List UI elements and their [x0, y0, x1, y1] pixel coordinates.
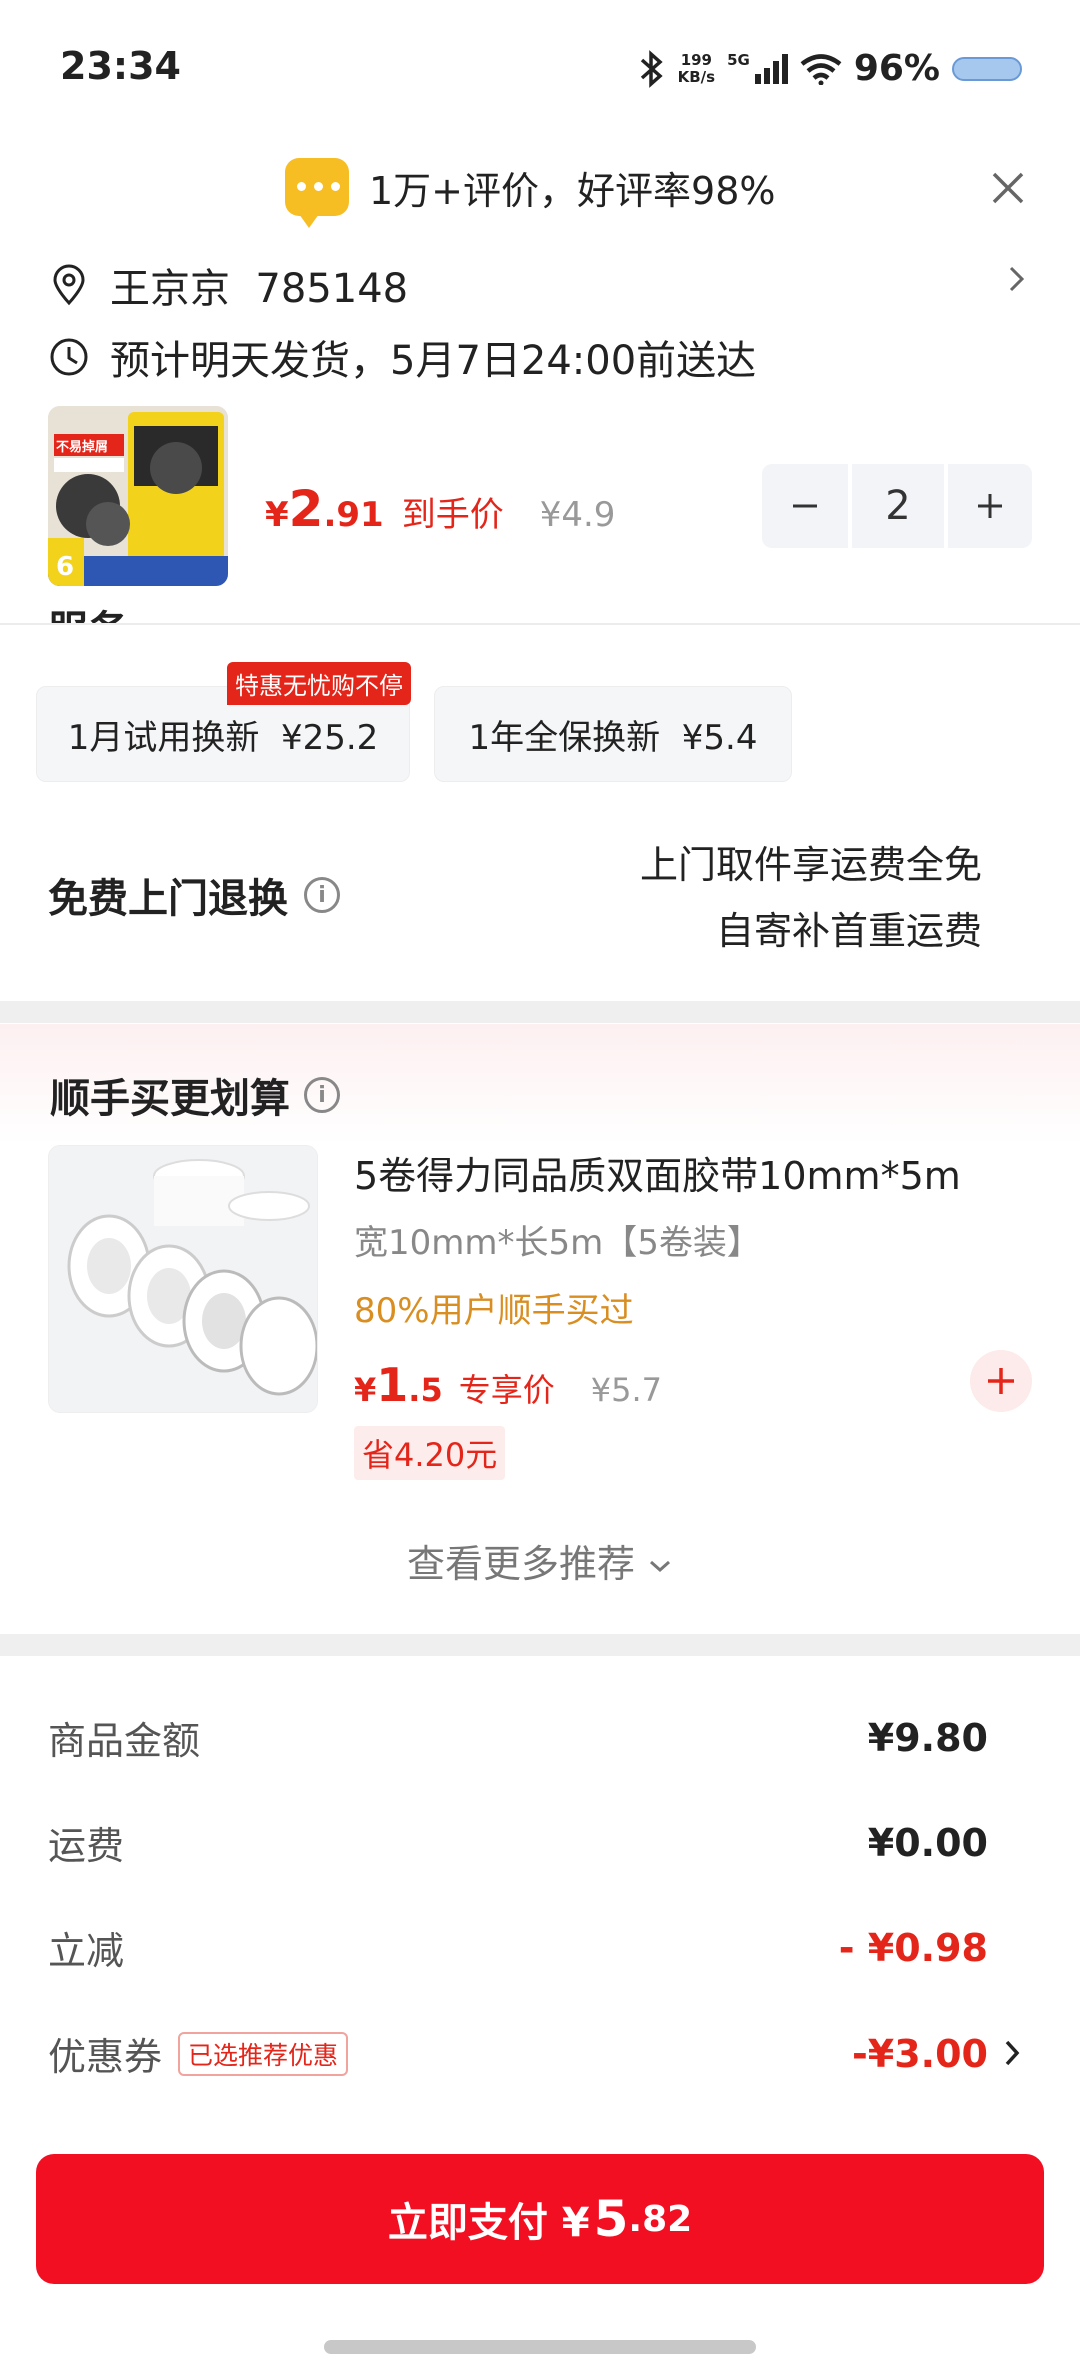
- price-decimal: .5: [408, 1371, 443, 1409]
- pay-amount-integer: 5: [593, 2190, 629, 2248]
- shipping-value: ¥0.00: [867, 1820, 988, 1865]
- summary-goods-row: 商品金额 ¥9.80: [48, 1710, 988, 1765]
- divider: [0, 623, 1080, 625]
- coupon-tag: 已选推荐优惠: [178, 2031, 349, 2076]
- quantity-stepper[interactable]: 2: [762, 464, 1032, 548]
- bluetooth-icon: [640, 49, 663, 88]
- wifi-icon: [800, 53, 842, 85]
- home-indicator[interactable]: [324, 2340, 756, 2354]
- pay-amount-decimal: .82: [628, 2198, 693, 2240]
- price-tag: 到手价: [401, 495, 504, 535]
- plus-icon: [988, 1368, 1014, 1394]
- return-desc-line2: 自寄补首重运费: [715, 909, 982, 953]
- price-symbol: ¥: [354, 1371, 377, 1409]
- signal-icon: [754, 53, 788, 84]
- coupon-value: -¥3.00: [852, 2031, 988, 2076]
- pay-now-button[interactable]: 立即支付 ¥ 5 .82: [36, 2154, 1044, 2284]
- section-title-partial: 服务: [48, 598, 128, 624]
- plus-icon: [978, 494, 1002, 518]
- service-option-full-warranty[interactable]: 1年全保换新 ¥5.4: [434, 686, 792, 782]
- coupon-label-group: 优惠券 已选推荐优惠: [48, 2026, 349, 2081]
- section-divider: [0, 1001, 1080, 1023]
- return-desc-line1: 上门取件享运费全免: [639, 843, 982, 887]
- price-decimal: .91: [323, 495, 384, 535]
- original-price: ¥5.7: [590, 1371, 662, 1409]
- summary-coupon-row[interactable]: 优惠券 已选推荐优惠 -¥3.00: [48, 2026, 988, 2081]
- summary-shipping-row: 运费 ¥0.00: [48, 1815, 988, 1870]
- free-return-label: 免费上门退换 i: [48, 866, 340, 924]
- quantity-decrease-button[interactable]: [762, 464, 848, 548]
- recommend-title: 顺手买更划算 i: [50, 1066, 340, 1124]
- close-icon[interactable]: [988, 168, 1028, 208]
- original-price: ¥4.9: [539, 495, 616, 535]
- price-tag: 专享价: [458, 1371, 555, 1409]
- product-thumbnail[interactable]: 不易掉屑 6: [48, 406, 228, 586]
- thumb-count: 6: [56, 552, 75, 582]
- recommend-item-thumbnail[interactable]: [48, 1145, 318, 1413]
- goods-amount-value: ¥9.80: [867, 1715, 988, 1760]
- service-option-badge: 特惠无忧购不停: [227, 662, 411, 705]
- section-divider: [0, 1634, 1080, 1656]
- recommend-item-name[interactable]: 5卷得力同品质双面胶带10mm*5m: [354, 1145, 961, 1200]
- discount-value: - ¥0.98: [838, 1925, 988, 1970]
- see-more-recommendations[interactable]: 查看更多推荐: [0, 1533, 1080, 1588]
- pay-label: 立即支付 ¥: [387, 2200, 590, 2246]
- status-bar: 23:34 199 KB/s 5G 96%: [0, 0, 1080, 140]
- quantity-value[interactable]: 2: [852, 464, 944, 548]
- battery-icon: [952, 56, 1022, 81]
- review-summary: 1万+评价，好评率98%: [369, 168, 776, 213]
- message-icon: [285, 158, 349, 228]
- recommend-item-spec: 宽10mm*长5m【5卷装】: [354, 1223, 761, 1263]
- review-banner[interactable]: 1万+评价，好评率98%: [0, 150, 1080, 230]
- shipping-label: 运费: [48, 1824, 125, 1868]
- info-icon[interactable]: i: [304, 1077, 340, 1113]
- recommend-title-text: 顺手买更划算: [50, 1076, 290, 1122]
- clock-icon: [50, 338, 88, 376]
- discount-label: 立减: [48, 1929, 125, 1973]
- service-option-label: 1月试用换新 ¥25.2: [67, 717, 379, 758]
- network-type: 5G: [727, 50, 750, 69]
- chevron-down-icon: [650, 1560, 671, 1572]
- address-row[interactable]: 王京京 785148: [48, 256, 408, 314]
- goods-amount-label: 商品金额: [48, 1719, 201, 1763]
- thumb-badge: 不易掉屑: [56, 440, 109, 455]
- recommend-item-price: ¥ 1 .5 专享价 ¥5.7: [354, 1358, 662, 1412]
- net-speed-value: 199: [680, 50, 712, 69]
- add-recommend-item-button[interactable]: [970, 1350, 1032, 1412]
- delivery-row: 预计明天发货，5月7日24:00前送达: [48, 328, 756, 386]
- see-more-text: 查看更多推荐: [406, 1542, 635, 1586]
- receiver-name-phone: 王京京 785148: [110, 266, 409, 312]
- net-speed-unit: KB/s: [677, 67, 716, 86]
- battery-percent: 96%: [853, 48, 940, 89]
- recommend-item-bought-rate: 80%用户顺手买过: [354, 1291, 634, 1331]
- quantity-increase-button[interactable]: [948, 464, 1032, 548]
- service-option-label: 1年全保换新 ¥5.4: [468, 717, 758, 758]
- price-symbol: ¥: [265, 495, 289, 535]
- status-time: 23:34: [60, 44, 181, 88]
- recommend-save-badge: 省4.20元: [354, 1426, 506, 1480]
- free-return-text: 免费上门退换: [48, 876, 288, 922]
- minus-icon: [793, 504, 817, 508]
- coupon-label: 优惠券: [48, 2035, 163, 2079]
- return-description: 上门取件享运费全免 自寄补首重运费: [640, 832, 982, 964]
- price-integer: 1: [376, 1358, 409, 1412]
- chevron-right-icon[interactable]: [1002, 2036, 1024, 2070]
- net-speed: 199 KB/s: [677, 50, 716, 86]
- price-integer: 2: [288, 480, 324, 538]
- info-icon[interactable]: i: [304, 877, 340, 913]
- summary-discount-row: 立减 - ¥0.98: [48, 1920, 988, 1975]
- location-pin-icon: [53, 264, 85, 306]
- delivery-estimate: 预计明天发货，5月7日24:00前送达: [110, 338, 757, 384]
- status-icons: 199 KB/s 5G 96%: [638, 48, 1022, 89]
- chevron-right-icon[interactable]: [1004, 262, 1030, 296]
- product-price: ¥ 2 .91 到手价 ¥4.9: [265, 480, 615, 538]
